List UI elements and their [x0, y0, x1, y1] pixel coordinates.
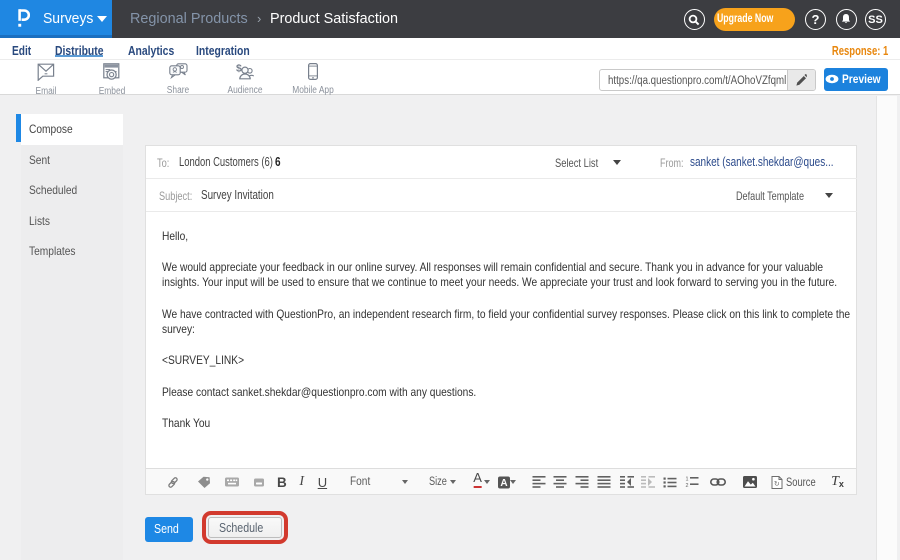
svg-text:$: $ [236, 63, 242, 75]
svg-text:↻: ↻ [774, 481, 780, 488]
svg-text:A: A [500, 478, 507, 489]
svg-text:2: 2 [685, 483, 688, 488]
svg-text:1: 1 [685, 477, 688, 483]
